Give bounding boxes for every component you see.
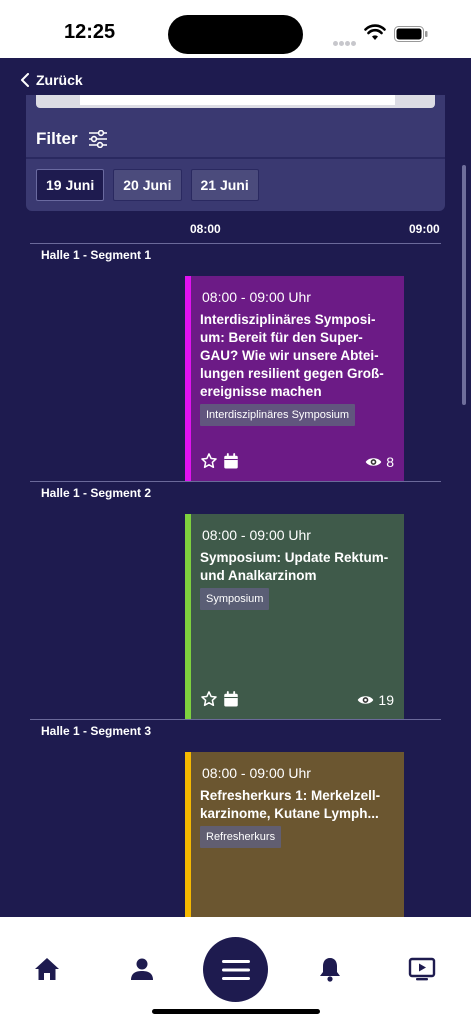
person-icon[interactable] [128,955,156,983]
scrollbar[interactable] [462,165,466,405]
event-stripe [185,514,191,719]
event-tag: Interdisziplinäres Symposium [200,404,356,426]
event-title: Symposium: Update Rektum-und Analkarzino… [200,550,389,583]
date-button-21[interactable]: 21 Juni [190,169,259,201]
star-icon[interactable] [200,690,218,708]
event-time: 08:00 - 09:00 Uhr [202,765,311,781]
home-icon[interactable] [33,955,61,983]
event-title: Refresherkurs 1: Merkelzell-karzinome, K… [200,788,381,821]
dynamic-island [168,15,303,54]
event-actions [200,452,240,470]
date-selector: 19 Juni 20 Juni 21 Juni [36,169,259,201]
menu-icon [221,959,250,980]
time-label-0900: 09:00 [409,222,440,236]
bottom-nav [0,917,471,1024]
event-stripe [185,752,191,917]
sliders-icon [88,130,107,148]
back-label: Zurück [36,72,83,88]
segment-label: Halle 1 - Segment 1 [41,248,152,262]
chevron-left-icon [21,73,29,87]
signal-icon [333,33,359,46]
event-view-count: 19 [378,692,394,708]
event-card[interactable]: 08:00 - 09:00 Uhr Symposium: Update Rekt… [185,514,404,719]
event-stripe [185,276,191,481]
status-bar: 12:25 [0,0,471,58]
search-input[interactable] [36,95,435,108]
event-actions [200,690,240,708]
event-card[interactable]: 08:00 - 09:00 Uhr Refresherkurs 1: Merke… [185,752,404,917]
calendar-icon[interactable] [222,452,240,470]
event-views: 8 [365,454,394,470]
event-time: 08:00 - 09:00 Uhr [202,527,311,543]
back-button[interactable]: Zurück [20,70,83,90]
event-card[interactable]: 08:00 - 09:00 Uhr Interdisziplinäres Sym… [185,276,404,481]
wifi-icon [364,24,386,40]
star-icon[interactable] [200,452,218,470]
event-view-count: 8 [386,454,394,470]
filter-toggle[interactable]: Filter [26,121,445,159]
date-button-19[interactable]: 19 Juni [36,169,105,201]
battery-icon [394,26,428,42]
date-button-20[interactable]: 20 Juni [113,169,182,201]
calendar-icon[interactable] [222,690,240,708]
event-title: Interdisziplinäres Symposi-um: Bereit fü… [200,312,384,399]
event-time: 08:00 - 09:00 Uhr [202,289,311,305]
time-label-0800: 08:00 [190,222,221,236]
segment-divider [30,719,441,720]
segment-label: Halle 1 - Segment 3 [41,724,152,738]
event-views: 19 [357,692,394,708]
segment-label: Halle 1 - Segment 2 [41,486,152,500]
menu-button[interactable] [203,937,268,1002]
segment-divider [30,243,441,244]
bell-icon[interactable] [316,955,344,983]
filter-label: Filter [36,129,78,148]
event-tag: Symposium [200,588,270,610]
eye-icon [365,458,382,466]
eye-icon [358,696,374,704]
event-tag: Refresherkurs [200,826,282,848]
home-indicator [152,1009,320,1014]
filter-panel: Filter 19 Juni 20 Juni 21 Juni [26,95,445,211]
tv-play-icon[interactable] [408,955,436,983]
status-time: 12:25 [64,21,116,43]
segment-divider [30,481,441,482]
